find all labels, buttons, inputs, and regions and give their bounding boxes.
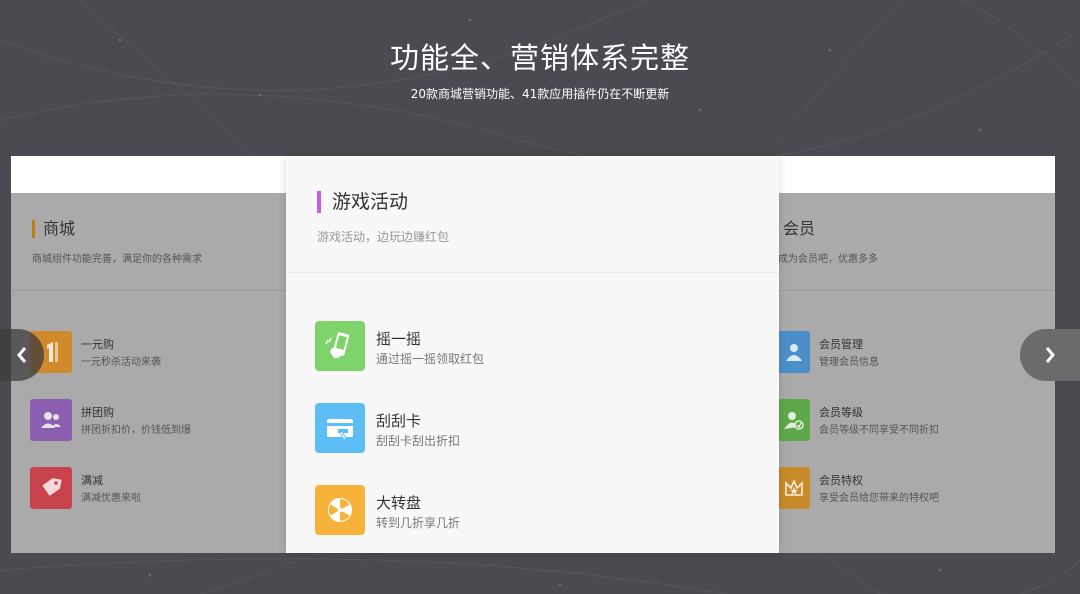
item-description: 享受会员给您带来的特权吧: [819, 493, 939, 504]
item-title: 摇一摇: [376, 330, 422, 348]
card-title: 商城: [32, 220, 286, 238]
feature-card-member[interactable]: 会员 成为会员吧，优惠多多 会员管理 管理会员信息 会员等级 会员等级不同享受不…: [778, 193, 1055, 553]
item-description: 通过摇一摇领取红包: [376, 352, 485, 366]
card-header: 会员 成为会员吧，优惠多多: [778, 193, 1055, 291]
feature-item-full-reduction[interactable]: 满减 满减优惠来啦: [30, 467, 280, 509]
item-description: 会员等级不同享受不同折扣: [819, 425, 939, 436]
price-tag-icon: [30, 467, 72, 509]
feature-item-wheel[interactable]: 大转盘 转到几折享几折: [315, 485, 735, 535]
item-title: 拼团购: [81, 406, 114, 419]
item-title: 一元购: [81, 338, 114, 351]
feature-item-scratch[interactable]: 刮刮卡 刮刮卡刮出折扣: [315, 403, 735, 453]
member-icon: [778, 331, 810, 373]
feature-list: 一元购 一元秒杀活动来袭 拼团购 拼团折扣价，价钱低到爆 满减 满减优惠来啦: [30, 331, 280, 535]
card-title: 会员: [783, 219, 816, 238]
carousel-next-button[interactable]: [1020, 329, 1080, 381]
card-header: 游戏活动 游戏活动，边玩边赚红包: [286, 156, 779, 273]
feature-item-member-manage[interactable]: 会员管理 管理会员信息: [778, 331, 1028, 373]
section-subtitle: 20款商城营销功能、41款应用插件仍在不断更新: [410, 87, 670, 101]
shake-phone-icon: [315, 321, 365, 371]
item-title: 满减: [81, 474, 103, 487]
feature-item-shake[interactable]: 摇一摇 通过摇一摇领取红包: [315, 321, 735, 371]
item-description: 满减优惠来啦: [81, 493, 141, 504]
feature-list: 会员管理 管理会员信息 会员等级 会员等级不同享受不同折扣 会员特权 享受会员给…: [778, 331, 1028, 535]
item-description: 一元秒杀活动来袭: [81, 357, 161, 368]
item-description: 转到几折享几折: [376, 516, 461, 530]
item-description: 管理会员信息: [819, 357, 879, 368]
section-title: 功能全、营销体系完整: [389, 41, 690, 75]
feature-item-member-privilege[interactable]: 会员特权 享受会员给您带来的特权吧: [778, 467, 1028, 509]
card-description: 游戏活动，边玩边赚红包: [317, 230, 450, 244]
card-title: 游戏活动: [317, 191, 779, 213]
item-description: 拼团折扣价，价钱低到爆: [81, 425, 191, 436]
crown-star-icon: [778, 467, 810, 509]
card-description: 成为会员吧，优惠多多: [778, 254, 878, 265]
chevron-right-icon: [1045, 347, 1055, 363]
group-people-icon: [30, 399, 72, 441]
item-title: 会员等级: [819, 406, 863, 419]
wheel-icon: [315, 485, 365, 535]
item-description: 刮刮卡刮出折扣: [376, 434, 461, 448]
item-title: 会员特权: [819, 474, 863, 487]
feature-list: 摇一摇 通过摇一摇领取红包 刮刮卡 刮刮卡刮出折扣 大转盘 转到几折享几折: [315, 321, 735, 567]
feature-item-member-level[interactable]: 会员等级 会员等级不同享受不同折扣: [778, 399, 1028, 441]
card-description: 商城组件功能完善，满足你的各种需求: [32, 254, 202, 265]
item-title: 大转盘: [376, 494, 422, 512]
chevron-left-icon: [17, 347, 27, 363]
scratch-card-icon: [315, 403, 365, 453]
feature-item-group-buy[interactable]: 拼团购 拼团折扣价，价钱低到爆: [30, 399, 280, 441]
feature-card-games[interactable]: 游戏活动 游戏活动，边玩边赚红包 摇一摇 通过摇一摇领取红包 刮刮卡 刮刮卡刮出…: [286, 156, 779, 553]
feature-card-mall[interactable]: 商城 商城组件功能完善，满足你的各种需求 一元购 一元秒杀活动来袭 拼团购 拼团…: [11, 193, 286, 553]
feature-item-one-yuan[interactable]: 一元购 一元秒杀活动来袭: [30, 331, 280, 373]
item-title: 刮刮卡: [376, 412, 422, 430]
item-title: 会员管理: [819, 338, 863, 351]
member-level-icon: [778, 399, 810, 441]
card-header: 商城 商城组件功能完善，满足你的各种需求: [11, 193, 286, 291]
